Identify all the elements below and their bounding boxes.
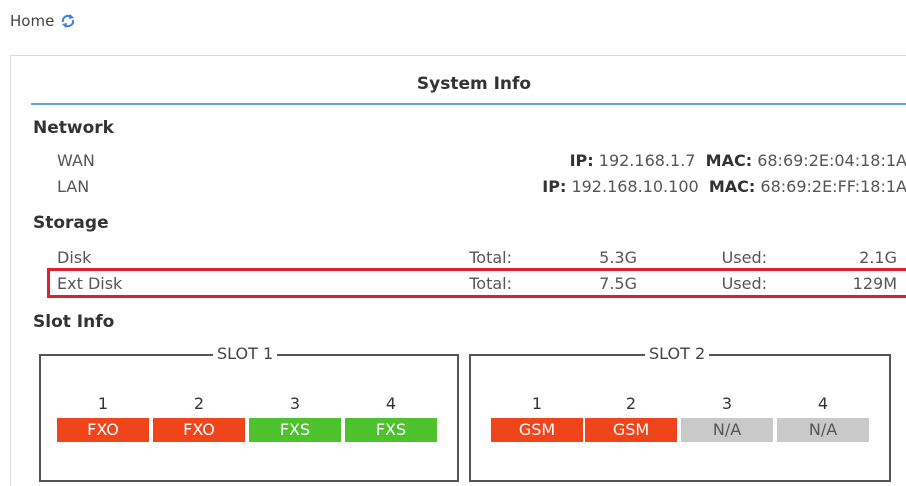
storage-name: Disk: [57, 248, 92, 267]
network-name: LAN: [57, 177, 90, 196]
refresh-icon[interactable]: [60, 13, 76, 29]
mac-label: MAC:: [705, 151, 753, 170]
system-info-panel: System Info Network WAN IP: 192.168.1.7 …: [10, 55, 906, 486]
used-value: 2.1G: [859, 248, 897, 267]
ip-label: IP:: [569, 151, 594, 170]
slot-title: SLOT 1: [213, 344, 278, 363]
ip-value: 192.168.1.7: [598, 151, 696, 170]
port-number: 1: [97, 394, 109, 413]
port-type-badge: FXO: [153, 418, 245, 442]
slot-2-box: SLOT 2 1 2 3 4 GSM GSM N/A N/A: [469, 344, 891, 482]
storage-heading: Storage: [33, 213, 109, 233]
slot-info-heading: Slot Info: [33, 312, 115, 332]
port-type-badge: FXO: [57, 418, 149, 442]
network-row-lan: LAN IP: 192.168.10.100 MAC: 68:69:2E:FF:…: [57, 175, 906, 199]
port-type-badge: GSM: [491, 418, 583, 442]
port-number: 2: [193, 394, 205, 413]
port-type-badge: N/A: [777, 418, 869, 442]
network-row-wan: WAN IP: 192.168.1.7 MAC: 68:69:2E:04:18:…: [57, 149, 906, 173]
mac-label: MAC:: [708, 177, 756, 196]
ip-value: 192.168.10.100: [571, 177, 699, 196]
network-heading: Network: [33, 118, 114, 138]
port-type-badge: FXS: [345, 418, 437, 442]
total-value: 5.3G: [599, 248, 637, 267]
title-divider: [31, 103, 906, 105]
storage-row-disk: Disk Total: 5.3G Used: 2.1G: [57, 246, 906, 270]
port-number: 2: [625, 394, 637, 413]
used-label: Used:: [721, 248, 767, 267]
slot-1-box: SLOT 1 1 2 3 4 FXO FXO FXS FXS: [39, 344, 459, 482]
port-number: 4: [817, 394, 829, 413]
network-name: WAN: [57, 151, 95, 170]
slot-title: SLOT 2: [645, 344, 710, 363]
port-number: 3: [721, 394, 733, 413]
port-number: 4: [385, 394, 397, 413]
mac-value: 68:69:2E:04:18:1A: [757, 151, 906, 170]
port-number: 1: [531, 394, 543, 413]
port-type-badge: FXS: [249, 418, 341, 442]
ip-label: IP:: [542, 177, 567, 196]
breadcrumb-home-link[interactable]: Home: [10, 12, 54, 30]
ext-disk-highlight-box: [47, 268, 906, 298]
mac-value: 68:69:2E:FF:18:1A: [760, 177, 906, 196]
port-type-badge: N/A: [681, 418, 773, 442]
panel-title: System Info: [416, 74, 532, 94]
port-number: 3: [289, 394, 301, 413]
breadcrumb: Home: [10, 12, 76, 30]
total-label: Total:: [469, 248, 512, 267]
port-type-badge: GSM: [585, 418, 677, 442]
